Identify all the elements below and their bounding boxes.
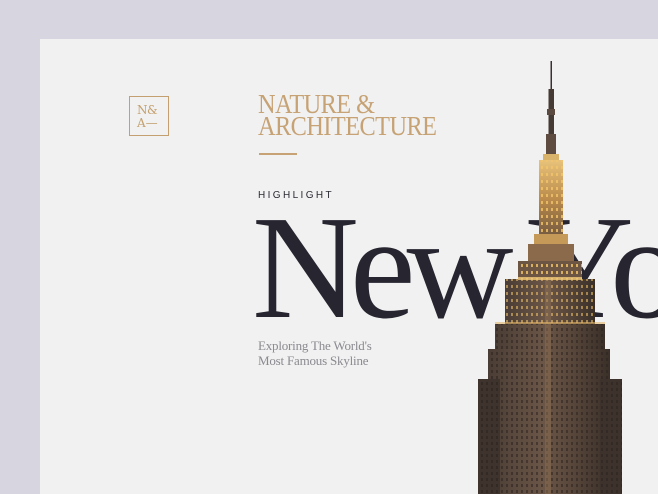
empire-state-building-image: [478, 61, 622, 494]
hero-page: N& A— NATURE & ARCHITECTURE HIGHLIGHT Ne…: [40, 39, 658, 494]
